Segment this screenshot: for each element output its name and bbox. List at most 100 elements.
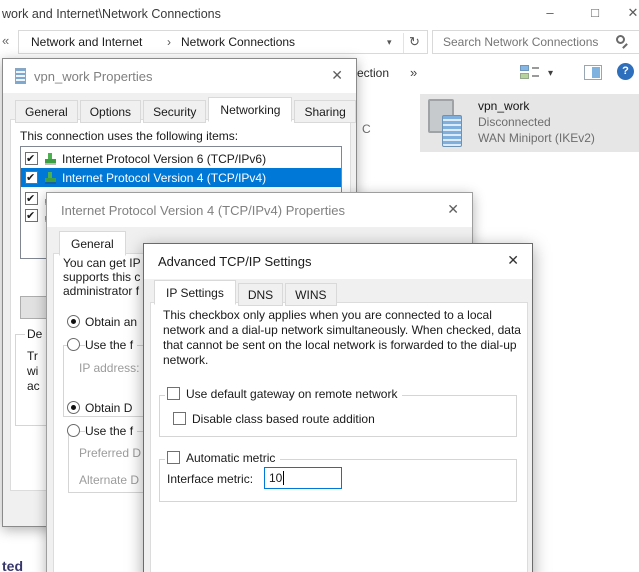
breadcrumb-separator-icon: ›	[167, 35, 171, 49]
toolbar-command-fragment[interactable]: ection	[357, 66, 389, 80]
breadcrumb-item-network-connections[interactable]: Network Connections	[181, 35, 295, 49]
wan-device-icon	[442, 115, 462, 147]
dialog3-titlebar: Advanced TCP/IP Settings ✕	[144, 244, 532, 279]
tile-device: WAN Miniport (IKEv2)	[478, 131, 595, 145]
dialog3-close-icon[interactable]: ✕	[507, 252, 519, 269]
view-tiles-icon-part	[520, 65, 529, 71]
minimize-button[interactable]: –	[535, 5, 565, 20]
tab-general[interactable]: General	[59, 231, 126, 256]
tile-status: Disconnected	[478, 115, 551, 129]
description-line: that cannot be sent on the local network…	[163, 338, 517, 352]
view-tiles-icon-part	[532, 67, 539, 69]
checkbox-checked[interactable]	[25, 209, 38, 222]
dialog-advanced-tcpip-settings: Advanced TCP/IP Settings ✕ IP Settings DN…	[143, 243, 533, 572]
tab-general[interactable]: General	[15, 100, 78, 123]
preferred-dns-label: Preferred D	[79, 446, 142, 460]
checkbox-unchecked[interactable]	[167, 387, 180, 400]
search-placeholder: Search Network Connections	[443, 35, 599, 49]
tab-security[interactable]: Security	[143, 100, 207, 123]
checkbox-checked[interactable]	[25, 192, 38, 205]
breadcrumb-item-network-and-internet[interactable]: Network and Internet	[31, 35, 142, 49]
connection-tile-vpn-work[interactable]: vpn_work Disconnected WAN Miniport (IKEv…	[420, 94, 639, 152]
tab-sharing[interactable]: Sharing	[294, 100, 356, 123]
use-default-gateway-checkbox-row[interactable]: Use default gateway on remote network	[165, 387, 403, 401]
intro-fragment: You can get IP	[63, 256, 141, 270]
list-item-label: Internet Protocol Version 6 (TCP/IPv6)	[62, 152, 267, 166]
dialog2-close-icon[interactable]: ✕	[447, 201, 459, 218]
tab-options[interactable]: Options	[79, 100, 142, 123]
protocol-icon	[44, 153, 57, 165]
back-chevron-icon[interactable]: «	[2, 33, 9, 48]
dialog2-titlebar: Internet Protocol Version 4 (TCP/IPv4) P…	[47, 193, 472, 227]
breadcrumb[interactable]: Network and Internet › Network Connectio…	[18, 30, 428, 54]
tab-dns[interactable]: DNS	[237, 283, 284, 306]
search-input[interactable]: Search Network Connections	[432, 30, 639, 54]
intro-fragment: supports this c	[63, 270, 141, 284]
description-fragment: ac	[27, 379, 40, 393]
toolbar-overflow-icon[interactable]: »	[410, 65, 417, 80]
alternate-dns-label: Alternate D	[79, 473, 140, 487]
interface-metric-input[interactable]	[264, 467, 342, 489]
ip-address-label: IP address:	[79, 361, 140, 375]
close-button[interactable]: ✕	[618, 5, 639, 21]
tab-networking[interactable]: Networking	[208, 97, 293, 122]
description-fragment: Tr	[27, 349, 38, 363]
description-line: This checkbox only applies when you are …	[163, 308, 492, 322]
maximize-button[interactable]: □	[580, 5, 610, 20]
explorer-titlebar: work and Internet\Network Connections – …	[0, 0, 639, 28]
address-bar-row: « Network and Internet › Network Connect…	[0, 28, 639, 56]
view-tiles-icon-part	[520, 73, 529, 79]
checkbox-checked[interactable]	[25, 152, 38, 165]
use-default-gateway-label: Use default gateway on remote network	[186, 387, 398, 401]
description-line: network.	[163, 353, 209, 367]
disable-class-route-label: Disable class based route addition	[192, 412, 375, 426]
protocol-icon	[44, 172, 57, 184]
address-dropdown-icon[interactable]: ▾	[387, 37, 392, 48]
radio-obtain-dns-label: Obtain D	[85, 401, 133, 415]
radio-use-ip-label: Use the f	[85, 338, 138, 352]
list-item-ipv6[interactable]: Internet Protocol Version 6 (TCP/IPv6)	[21, 149, 341, 168]
list-item-label: Internet Protocol Version 4 (TCP/IPv4)	[62, 171, 267, 185]
dialog3-title: Advanced TCP/IP Settings	[158, 254, 312, 269]
view-dropdown-icon[interactable]: ▾	[548, 68, 553, 79]
checkbox-description: This checkbox only applies when you are …	[163, 308, 521, 368]
refresh-icon[interactable]: ↻	[409, 34, 420, 50]
view-tiles-icon[interactable]	[520, 65, 539, 80]
tile-name: vpn_work	[478, 99, 530, 113]
dialog2-tabs: General	[59, 231, 128, 258]
search-icon[interactable]	[616, 35, 625, 44]
radio-obtain-ip-selected[interactable]	[67, 315, 80, 328]
radio-use-dns[interactable]	[67, 424, 80, 437]
tab-ip-settings[interactable]: IP Settings	[154, 280, 236, 305]
text-caret	[283, 471, 284, 485]
help-icon[interactable]: ?	[617, 63, 634, 80]
description-fragment: wi	[27, 364, 39, 378]
dialog3-tabs: IP Settings DNS WINS	[154, 280, 339, 307]
dialog1-titlebar: vpn_work Properties ✕	[3, 59, 356, 93]
list-item-ipv4-selected[interactable]: Internet Protocol Version 4 (TCP/IPv4)	[21, 168, 341, 187]
dialog1-close-icon[interactable]: ✕	[331, 67, 343, 84]
window-title: work and Internet\Network Connections	[2, 7, 221, 21]
address-separator	[403, 33, 404, 53]
radio-obtain-ip-label: Obtain an	[85, 315, 138, 329]
automatic-metric-checkbox-row[interactable]: Automatic metric	[165, 451, 281, 465]
preview-pane-icon[interactable]	[584, 65, 602, 80]
adapter-icon	[15, 68, 26, 84]
vpn-adapter-icon	[428, 97, 470, 149]
automatic-metric-label: Automatic metric	[186, 451, 276, 465]
disable-class-route-checkbox[interactable]	[173, 412, 186, 425]
radio-use-ip[interactable]	[67, 338, 80, 351]
checkbox-checked[interactable]	[25, 171, 38, 184]
preview-pane-icon-part	[592, 67, 600, 78]
items-label: This connection uses the following items…	[20, 129, 239, 143]
screen: work and Internet\Network Connections – …	[0, 0, 639, 572]
view-tiles-icon-part	[532, 75, 539, 77]
checkbox-unchecked[interactable]	[167, 451, 180, 464]
tab-wins[interactable]: WINS	[285, 283, 337, 306]
interface-metric-label: Interface metric:	[167, 472, 254, 486]
radio-obtain-dns-selected[interactable]	[67, 401, 80, 414]
dialog1-tabs: General Options Security Networking Sharing	[15, 97, 358, 124]
description-line: network and a dial-up network simultaneo…	[163, 323, 521, 337]
intro-fragment: administrator f	[63, 284, 140, 298]
description-legend-fragment: De	[25, 327, 48, 341]
